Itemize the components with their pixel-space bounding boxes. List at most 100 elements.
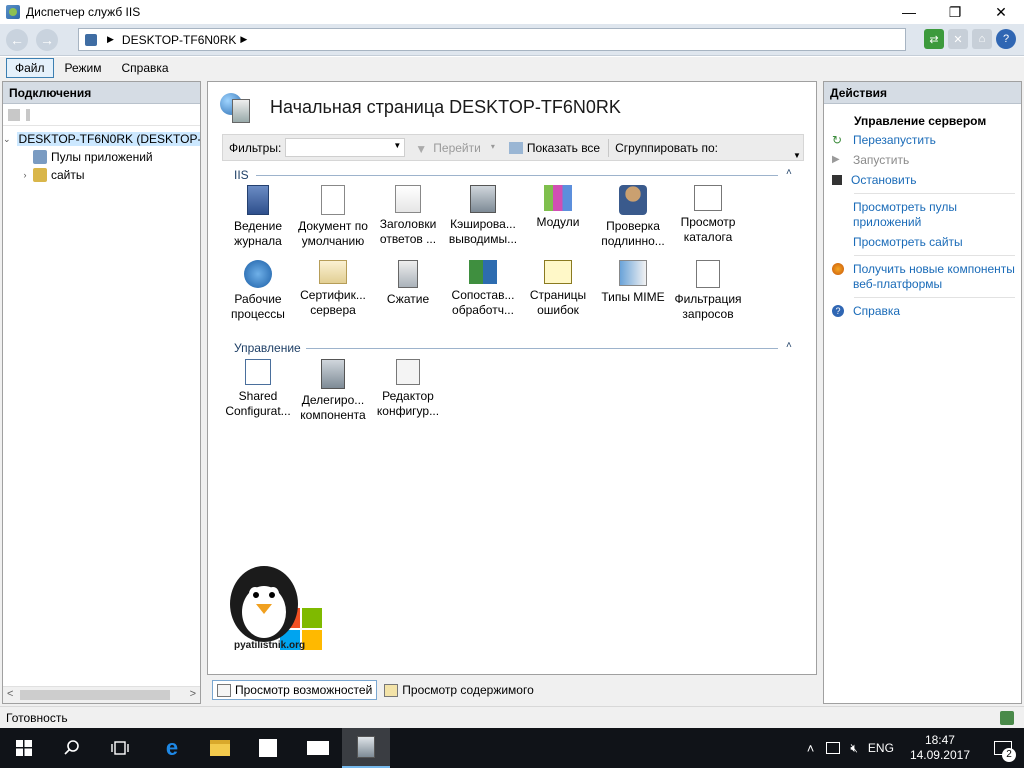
task-view-button[interactable]	[96, 728, 144, 768]
chevron-right-icon[interactable]: ›	[19, 170, 31, 180]
breadcrumb-separator[interactable]: ▶	[107, 34, 114, 45]
feature-logging[interactable]: Ведение журнала	[220, 185, 296, 249]
back-button[interactable]: ←	[6, 29, 28, 51]
refresh-icon[interactable]: ⇄	[924, 29, 944, 49]
configuration-editor-icon	[396, 359, 420, 385]
menu-file[interactable]: Файл	[6, 58, 54, 78]
taskbar-iis-manager[interactable]	[342, 728, 390, 768]
taskbar-explorer[interactable]	[196, 728, 244, 768]
taskbar-store[interactable]	[244, 728, 292, 768]
forward-button[interactable]: →	[36, 29, 58, 51]
menu-help[interactable]: Справка	[113, 58, 178, 78]
go-button[interactable]: ▼ Перейти	[415, 141, 481, 156]
server-certificates-icon	[319, 260, 347, 284]
page-title: Начальная страница DESKTOP-TF6N0RK	[270, 96, 621, 117]
show-all-label: Показать все	[526, 140, 601, 155]
taskbar-mail[interactable]	[294, 728, 342, 768]
breadcrumb-arrow[interactable]: ▶	[240, 34, 247, 45]
web-platform-action[interactable]: Получить новые компоненты веб-платформы	[828, 262, 1021, 292]
show-all-icon	[508, 141, 523, 154]
modules-icon	[544, 185, 572, 211]
section-divider	[306, 348, 778, 349]
horizontal-scrollbar[interactable]: < >	[3, 686, 200, 703]
breadcrumb-server[interactable]: DESKTOP-TF6N0RK	[122, 33, 236, 47]
filter-overflow-icon[interactable]: ▼	[791, 135, 803, 160]
stop-action[interactable]: Остановить	[828, 173, 1021, 188]
connections-pane: Подключения ⌄ DESKTOP-TF6N0RK (DESKTOP-T…	[2, 81, 201, 704]
filter-input[interactable]: ▼	[285, 138, 406, 157]
scrollbar-thumb[interactable]	[20, 690, 170, 700]
feature-configuration-editor[interactable]: Редактор конфигур...	[370, 359, 446, 419]
title-bar: Диспетчер служб IIS — ❐ ✕	[0, 0, 1024, 24]
help-icon[interactable]: ?	[996, 29, 1016, 49]
feature-shared-configuration[interactable]: Shared Configurat...	[220, 359, 296, 419]
close-button[interactable]: ✕	[978, 0, 1024, 24]
section-iis-header[interactable]: IIS	[234, 167, 249, 183]
group-by-button[interactable]: Сгруппировать по:	[615, 141, 718, 155]
feature-worker-processes[interactable]: Рабочие процессы	[220, 260, 296, 322]
feature-output-caching[interactable]: Кэширова... выводимы...	[445, 185, 521, 247]
action-label: Просмотреть сайты	[853, 235, 963, 249]
home-icon[interactable]: ⌂	[972, 29, 992, 49]
clock[interactable]: 18:47 14.09.2017	[910, 733, 970, 763]
feature-label: Сжатие	[386, 292, 430, 306]
chevron-up-icon[interactable]: ˄	[807, 741, 815, 756]
scroll-right-icon[interactable]: >	[190, 688, 196, 700]
collapse-icon[interactable]: ˄	[786, 167, 792, 178]
feature-error-pages[interactable]: Страницы ошибок	[520, 260, 596, 318]
feature-default-document[interactable]: Документ по умолчанию	[295, 185, 371, 249]
minimize-button[interactable]: —	[886, 0, 932, 24]
tree-node-server[interactable]: ⌄ DESKTOP-TF6N0RK (DESKTOP-TF6N0RK\Admin…	[3, 130, 200, 148]
connect-icon[interactable]	[8, 108, 20, 121]
compression-icon	[398, 260, 418, 288]
help-action[interactable]: ? Справка	[828, 304, 1021, 319]
feature-server-certificates[interactable]: Сертифик... сервера	[295, 260, 371, 318]
feature-handler-mappings[interactable]: Сопостав... обработч...	[445, 260, 521, 318]
directory-browsing-icon	[694, 185, 722, 211]
feature-label: Страницы ошибок	[529, 288, 587, 317]
iis-manager-icon	[357, 736, 375, 758]
tab-label: Просмотр содержимого	[402, 683, 534, 697]
tab-content-view[interactable]: Просмотр содержимого	[379, 680, 538, 700]
network-icon[interactable]	[826, 742, 841, 754]
volume-muted-icon[interactable]: 🔇︎	[850, 741, 858, 756]
status-text: Готовность	[6, 711, 68, 725]
feature-feature-delegation[interactable]: Делегиро... компонента	[295, 359, 371, 423]
feature-mime-types[interactable]: Типы MIME	[595, 260, 671, 305]
view-sites-action[interactable]: Просмотреть сайты	[828, 235, 1021, 250]
menu-view[interactable]: Режим	[56, 58, 111, 78]
search-button[interactable]	[48, 728, 96, 768]
stop-icon[interactable]: ✕	[948, 29, 968, 49]
maximize-button[interactable]: ❐	[932, 0, 978, 24]
taskbar-edge[interactable]: e	[148, 728, 196, 768]
tab-features-view[interactable]: Просмотр возможностей	[212, 680, 378, 700]
feature-authentication[interactable]: Проверка подлинно...	[595, 185, 671, 249]
notifications-button[interactable]: 2	[988, 728, 1018, 768]
web-platform-icon	[832, 263, 844, 275]
language-indicator[interactable]: ENG	[868, 741, 894, 755]
tree-node-sites[interactable]: › сайты	[3, 166, 200, 184]
actions-pane: Действия Управление сервером ↻ Перезапус…	[823, 81, 1022, 704]
actions-list: Управление сервером ↻ Перезапустить ▶ За…	[824, 104, 1021, 319]
tree-node-app-pools[interactable]: Пулы приложений	[3, 148, 200, 166]
feature-http-response-headers[interactable]: Заголовки ответов ...	[370, 185, 446, 247]
scroll-left-icon[interactable]: <	[7, 688, 13, 700]
feature-directory-browsing[interactable]: Просмотр каталога	[670, 185, 746, 245]
restart-action[interactable]: ↻ Перезапустить	[828, 133, 1021, 148]
feature-request-filtering[interactable]: Фильтрация запросов	[670, 260, 746, 322]
show-all-button[interactable]: ▾ Показать все	[491, 141, 600, 155]
feature-label: Модули	[536, 215, 580, 229]
start-action[interactable]: ▶ Запустить	[828, 153, 1021, 168]
dropdown-arrow-icon[interactable]: ▼	[393, 141, 401, 150]
address-field[interactable]: ▶ DESKTOP-TF6N0RK ▶	[78, 28, 906, 51]
feature-modules[interactable]: Модули	[520, 185, 596, 230]
view-app-pools-action[interactable]: Просмотреть пулы приложений	[828, 200, 1021, 230]
collapse-icon[interactable]: ˄	[786, 340, 792, 351]
chevron-down-icon[interactable]: ⌄	[3, 134, 11, 145]
section-management-header[interactable]: Управление	[234, 340, 301, 356]
status-bar: Готовность	[0, 706, 1024, 728]
feature-compression[interactable]: Сжатие	[370, 260, 446, 307]
dropdown-arrow-icon: ▾	[490, 141, 495, 151]
handler-mappings-icon	[469, 260, 497, 284]
start-button[interactable]	[0, 728, 48, 768]
